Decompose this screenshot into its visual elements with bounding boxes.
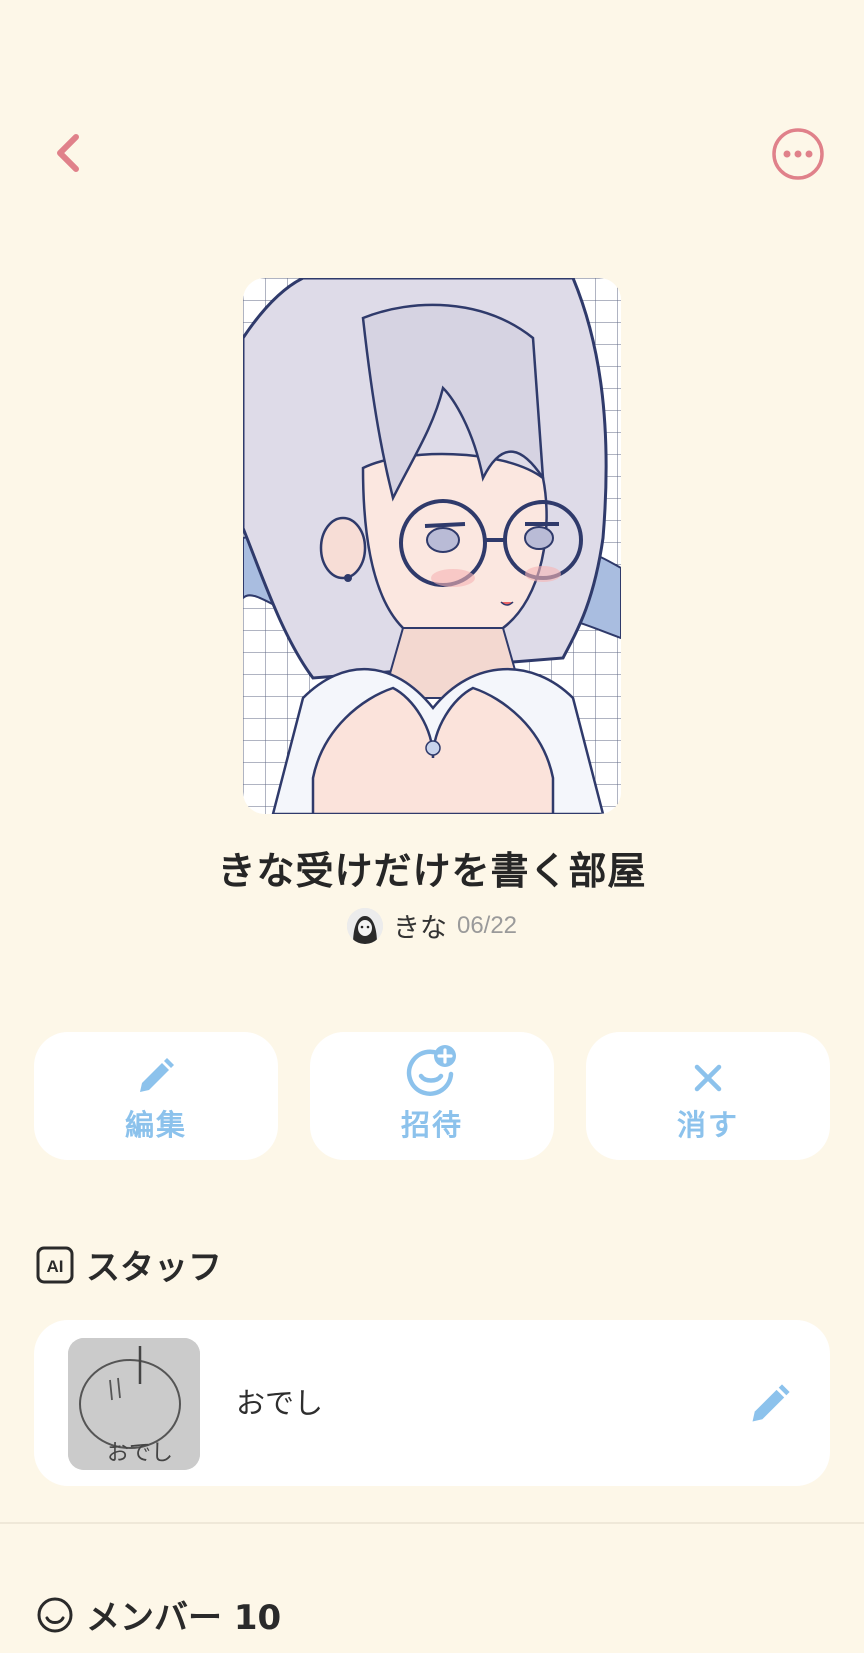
- chevron-left-icon: [57, 134, 79, 172]
- staff-card[interactable]: おでし おでし: [34, 1320, 830, 1486]
- svg-text:おでし: おでし: [107, 1441, 173, 1466]
- members-section-title: メンバー 10: [86, 1598, 282, 1638]
- section-divider: [0, 1522, 864, 1524]
- author-avatar-image: [346, 907, 383, 944]
- top-bar: [0, 0, 864, 240]
- smiley-add-icon: [405, 1045, 459, 1098]
- staff-section-title: スタッフ: [86, 1248, 222, 1288]
- cover-illustration: [243, 278, 621, 814]
- more-options-button[interactable]: [770, 126, 826, 182]
- author-name[interactable]: きな: [393, 906, 447, 945]
- staff-edit-button[interactable]: [746, 1380, 794, 1428]
- staff-section-header: AI スタッフ: [36, 1240, 222, 1289]
- invite-label: 招待: [400, 1108, 463, 1142]
- staff-avatar: おでし: [68, 1338, 200, 1470]
- svg-text:AI: AI: [47, 1257, 64, 1276]
- pencil-icon: [752, 1384, 790, 1422]
- delete-button[interactable]: 消す: [586, 1032, 830, 1160]
- back-button[interactable]: [40, 118, 96, 188]
- delete-label: 消す: [676, 1108, 739, 1142]
- close-icon: [688, 1048, 728, 1098]
- author-avatar[interactable]: [346, 907, 383, 944]
- ai-badge-icon: AI: [36, 1246, 74, 1283]
- post-date: 06/22: [456, 911, 518, 939]
- room-title: きな受けだけを書く部屋: [217, 849, 647, 893]
- more-horizontal-circle-icon: [772, 128, 824, 180]
- smiley-icon: [37, 1597, 73, 1632]
- edit-button[interactable]: 編集: [34, 1032, 278, 1160]
- invite-button[interactable]: 招待: [310, 1032, 554, 1160]
- staff-name: おでし: [236, 1386, 324, 1420]
- members-section-header[interactable]: メンバー 10: [36, 1590, 281, 1639]
- pencil-icon: [134, 1048, 178, 1098]
- action-row: 編集 招待 消す: [34, 1032, 830, 1160]
- room-meta: きな 06/22: [0, 906, 864, 945]
- edit-label: 編集: [124, 1108, 187, 1142]
- room-cover-image[interactable]: [243, 278, 621, 814]
